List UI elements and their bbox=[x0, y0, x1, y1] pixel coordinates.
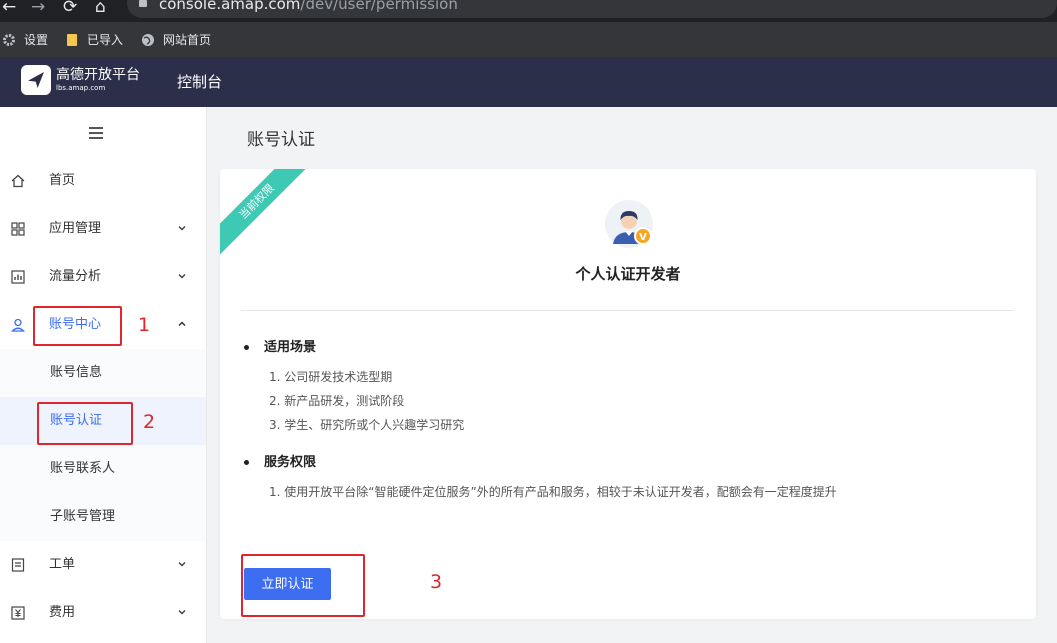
address-bar[interactable]: console.amap.com/dev/user/permission bbox=[127, 0, 1057, 18]
sidebar-item-work-orders[interactable]: 工单 bbox=[0, 541, 206, 589]
user-icon bbox=[10, 318, 26, 332]
bookmark-settings[interactable]: 设置 bbox=[2, 22, 48, 57]
annotation-box-2 bbox=[37, 402, 133, 445]
section-title-permissions: 服务权限 bbox=[264, 455, 317, 470]
chevron-down-icon bbox=[178, 561, 186, 567]
bookmark-homepage[interactable]: 网站首页 bbox=[141, 22, 211, 57]
reload-icon[interactable]: ⟳ bbox=[63, 0, 77, 16]
chevron-down-icon bbox=[178, 273, 186, 279]
chevron-up-icon bbox=[178, 321, 186, 327]
current-permission-ribbon: 当前权限 bbox=[220, 169, 318, 263]
sidebar-item-billing[interactable]: 费用 bbox=[0, 589, 206, 637]
sidebar-subitem-account-contacts[interactable]: 账号联系人 bbox=[0, 445, 206, 493]
url-text: console.amap.com/dev/user/permission bbox=[159, 0, 458, 13]
annotation-box-1 bbox=[33, 306, 122, 346]
menu-toggle-icon[interactable] bbox=[89, 127, 103, 139]
section-title-scenarios: 适用场景 bbox=[264, 340, 317, 355]
scenario-item: 3. 学生、研究所或个人兴趣学习研究 bbox=[269, 418, 465, 432]
home-icon[interactable]: ⌂ bbox=[95, 0, 106, 16]
permission-item: 1. 使用开放平台除“智能硬件定位服务”外的所有产品和服务，相较于未认证开发者，… bbox=[269, 485, 837, 499]
list-icon bbox=[11, 558, 25, 572]
forward-arrow-icon[interactable]: → bbox=[31, 0, 45, 16]
page-title: 账号认证 bbox=[247, 130, 315, 150]
sidebar-item-app-management[interactable]: 应用管理 bbox=[0, 205, 206, 253]
sidebar-subitem-account-info[interactable]: 账号信息 bbox=[0, 349, 206, 397]
chart-icon bbox=[11, 270, 25, 284]
lock-icon bbox=[139, 0, 147, 7]
bookmark-imported[interactable]: 已导入 bbox=[65, 22, 123, 57]
developer-avatar-icon: V bbox=[605, 200, 653, 248]
sidebar-item-traffic-analysis[interactable]: 流量分析 bbox=[0, 253, 206, 301]
divider bbox=[241, 310, 1014, 311]
yen-icon bbox=[11, 606, 25, 620]
scenario-item: 1. 公司研发技术选型期 bbox=[269, 370, 393, 384]
annotation-number-1: 1 bbox=[138, 314, 151, 336]
app-header: 高德开放平台 lbs.amap.com 控制台 bbox=[0, 57, 1057, 107]
annotation-number-2: 2 bbox=[143, 411, 156, 433]
amap-logo-icon[interactable] bbox=[21, 65, 51, 95]
chevron-down-icon bbox=[178, 609, 186, 615]
folder-icon bbox=[67, 33, 77, 46]
bullet bbox=[244, 345, 249, 350]
annotation-box-3 bbox=[241, 554, 365, 617]
sidebar: 首页 应用管理 流量分析 账号中心 账号信息 账号认证 账号联系人 子账号管理 … bbox=[0, 107, 207, 643]
logo-title[interactable]: 高德开放平台 bbox=[56, 67, 140, 83]
sidebar-subitem-sub-accounts[interactable]: 子账号管理 bbox=[0, 493, 206, 541]
console-link[interactable]: 控制台 bbox=[177, 74, 222, 91]
browser-toolbar: ← → ⟳ ⌂ console.amap.com/dev/user/permis… bbox=[0, 0, 1057, 22]
annotation-number-3: 3 bbox=[430, 571, 443, 593]
home-icon bbox=[11, 174, 25, 188]
grid-icon bbox=[11, 222, 25, 236]
scenario-item: 2. 新产品研发，测试阶段 bbox=[269, 394, 405, 408]
bullet bbox=[244, 460, 249, 465]
verified-badge: V bbox=[639, 232, 647, 243]
bookmarks-bar: 设置 已导入 网站首页 bbox=[0, 22, 1057, 57]
back-arrow-icon[interactable]: ← bbox=[2, 0, 16, 16]
verification-card: 当前权限 V 个人认证开发者 适用场景 1. 公司研发技术选型期 2. 新产品研… bbox=[220, 169, 1036, 619]
logo-subtitle: lbs.amap.com bbox=[56, 84, 106, 92]
chevron-down-icon bbox=[178, 225, 186, 231]
gear-icon bbox=[3, 33, 15, 46]
sidebar-item-home[interactable]: 首页 bbox=[0, 157, 206, 205]
globe-icon bbox=[142, 33, 154, 46]
developer-type-title: 个人认证开发者 bbox=[575, 265, 681, 283]
